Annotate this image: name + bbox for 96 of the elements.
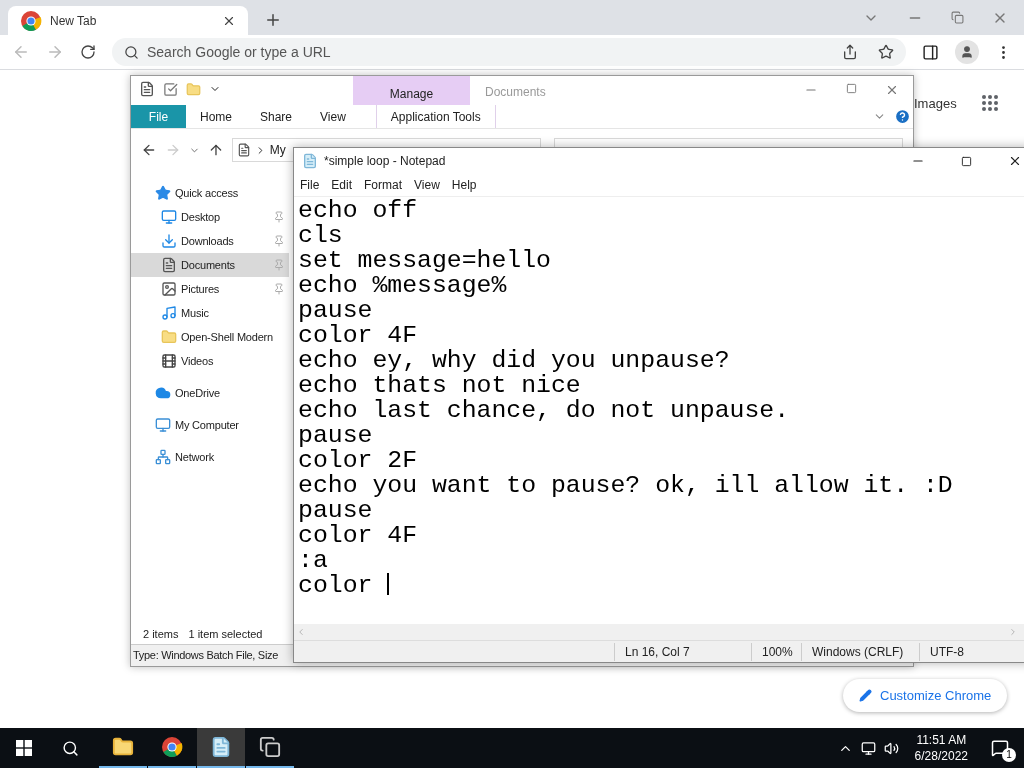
- help-icon[interactable]: [894, 108, 911, 125]
- volume-icon[interactable]: [883, 740, 899, 756]
- nav-item[interactable]: Documents: [131, 253, 289, 277]
- maximize-icon[interactable]: [961, 155, 972, 167]
- new-tab-icon[interactable]: [264, 11, 282, 29]
- network-icon[interactable]: [860, 740, 876, 756]
- download-icon: [161, 233, 177, 249]
- ribbon-tab[interactable]: File: [131, 105, 186, 128]
- menu-item[interactable]: View: [414, 176, 440, 194]
- document-icon: [161, 257, 177, 273]
- details-text: Type: Windows Batch File, Size: [133, 648, 279, 664]
- notification-icon[interactable]: [991, 739, 1009, 757]
- side-panel-icon[interactable]: [922, 43, 939, 61]
- status-text: 1 item selected: [188, 626, 263, 642]
- code-line: color 2F: [298, 448, 418, 473]
- properties-icon[interactable]: [163, 81, 178, 97]
- menu-item[interactable]: Format: [364, 176, 403, 194]
- network-icon: [155, 449, 171, 465]
- search-icon: [124, 44, 139, 60]
- code-line: echo %message%: [298, 273, 507, 298]
- menu-item[interactable]: Edit: [331, 176, 353, 194]
- code-line: color 4F: [298, 323, 418, 348]
- document-icon: [139, 81, 155, 97]
- ribbon-tab[interactable]: View: [306, 105, 360, 128]
- document-icon: [236, 143, 251, 157]
- nav-item[interactable]: Downloads: [131, 229, 289, 253]
- code-line: echo thats not nice: [298, 373, 581, 398]
- folder-icon: [112, 736, 134, 758]
- code-line: set message=hello: [298, 248, 551, 273]
- cloud-icon: [155, 385, 171, 401]
- window-stack-icon: [259, 736, 281, 758]
- code-line: echo off: [298, 198, 418, 223]
- monitor-icon: [161, 209, 177, 225]
- ribbon-tab[interactable]: Application Tools: [375, 105, 496, 128]
- notepad-icon: [210, 736, 232, 758]
- code-line: pause: [298, 498, 373, 523]
- status-text: UTF-8: [919, 642, 1019, 661]
- search-icon[interactable]: [62, 739, 79, 757]
- omnibox[interactable]: Search Google or type a URL: [112, 38, 906, 66]
- window-title: Documents: [485, 84, 546, 101]
- apps-grid-icon[interactable]: [981, 94, 999, 112]
- address-text: My: [269, 142, 286, 159]
- status-text: 100%: [751, 642, 801, 661]
- share-icon[interactable]: [842, 44, 858, 60]
- folder-icon: [161, 329, 177, 345]
- browser-tab[interactable]: New Tab: [8, 6, 248, 35]
- menu-item[interactable]: Help: [451, 176, 477, 194]
- bookmark-icon[interactable]: [878, 44, 894, 60]
- code-line: echo last chance, do not unpause.: [298, 398, 790, 423]
- code-line: pause: [298, 298, 373, 323]
- status-text: Ln 16, Col 7: [614, 642, 751, 661]
- windows-start-icon[interactable]: [16, 740, 32, 756]
- code-line: echo you want to pause? ok, ill allow it. :D: [298, 473, 953, 498]
- notification-count: 1: [1002, 748, 1016, 762]
- image-icon: [161, 281, 177, 297]
- close-icon[interactable]: [1008, 154, 1022, 168]
- ribbon-tab[interactable]: Share: [246, 105, 307, 128]
- code-line: color 4F: [298, 523, 418, 548]
- code-line: cls: [298, 223, 343, 248]
- nav-item[interactable]: Network: [131, 445, 289, 469]
- address-field[interactable]: Search Google or type a URL: [147, 41, 834, 63]
- film-icon: [161, 353, 177, 369]
- code-line: pause: [298, 423, 373, 448]
- status-text: Windows (CRLF): [801, 642, 919, 661]
- ribbon-tab[interactable]: Home: [186, 105, 246, 128]
- nav-item[interactable]: Quick access: [131, 181, 289, 205]
- code-line: :a: [298, 548, 328, 573]
- images-link[interactable]: Images: [914, 94, 957, 114]
- restore-icon[interactable]: [951, 11, 964, 24]
- notepad-icon: [302, 153, 318, 169]
- profile-avatar[interactable]: [955, 40, 979, 64]
- nav-item[interactable]: Pictures: [131, 277, 289, 301]
- code-line: echo ey, why did you unpause?: [298, 348, 730, 373]
- nav-item[interactable]: My Computer: [131, 413, 289, 437]
- nav-item[interactable]: Desktop: [131, 205, 289, 229]
- status-text: 2 items: [143, 626, 179, 642]
- pencil-icon: [859, 689, 872, 702]
- clock-date: 6/28/2022: [914, 748, 968, 764]
- clock-time: 11:51 AM: [916, 732, 967, 748]
- nav-item[interactable]: Open-Shell Modern: [131, 325, 289, 349]
- nav-item[interactable]: OneDrive: [131, 381, 289, 405]
- menu-item[interactable]: File: [300, 176, 320, 194]
- customize-chrome-button[interactable]: Customize Chrome: [843, 679, 1008, 712]
- computer-icon: [155, 417, 171, 433]
- code-line: color: [298, 573, 389, 598]
- reload-icon[interactable]: [80, 44, 96, 60]
- taskbar-app[interactable]: [197, 728, 245, 768]
- music-note-icon: [161, 305, 177, 321]
- chrome-icon: [161, 736, 183, 758]
- star-icon: [155, 185, 171, 201]
- nav-item[interactable]: Videos: [131, 349, 289, 373]
- manage-tab[interactable]: Manage: [353, 76, 470, 105]
- window-title: *simple loop - Notepad: [324, 153, 446, 170]
- nav-item[interactable]: Music: [131, 301, 289, 325]
- chrome-icon: [20, 9, 42, 32]
- back-icon[interactable]: [141, 142, 157, 158]
